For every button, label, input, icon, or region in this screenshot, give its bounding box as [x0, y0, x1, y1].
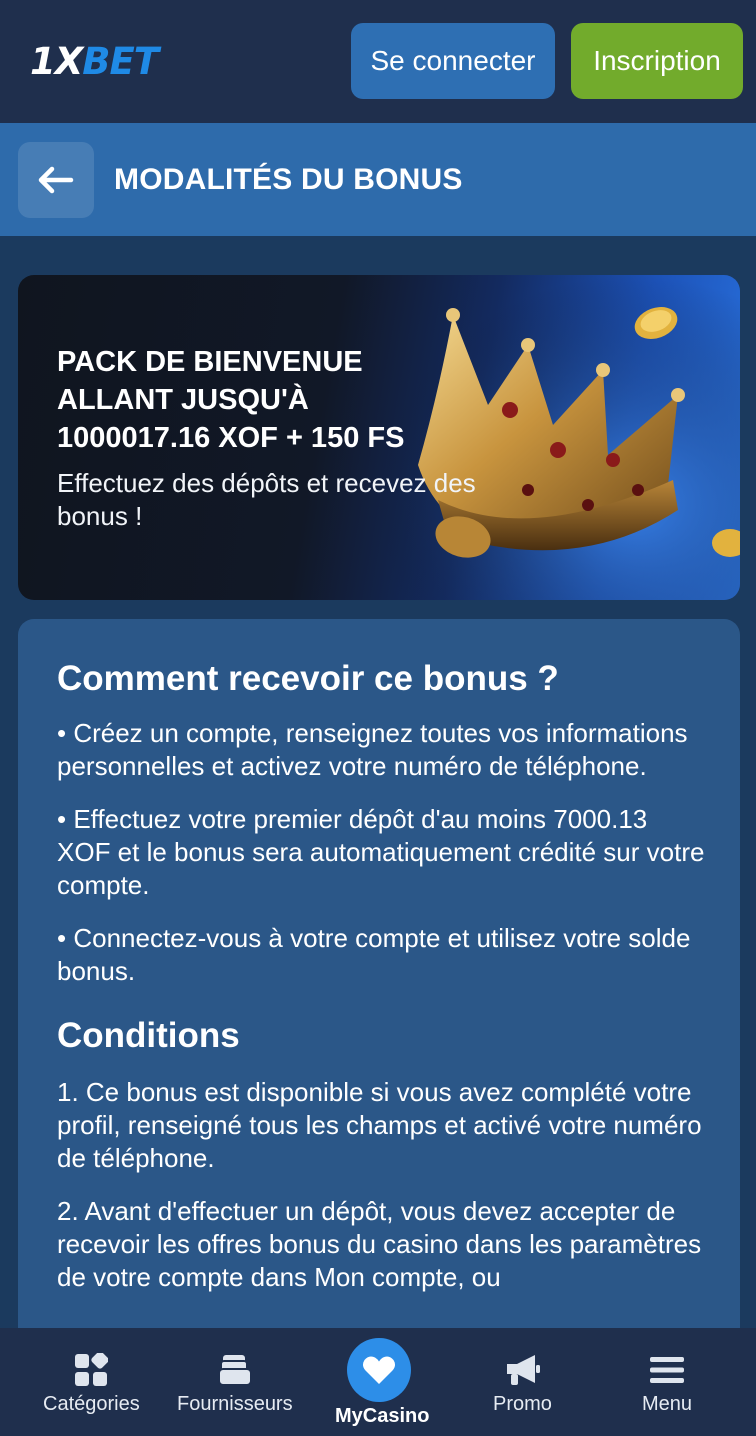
- nav-item-mycasino[interactable]: MyCasino: [326, 1328, 432, 1436]
- heart-icon: [362, 1356, 396, 1384]
- banner-subtitle: Effectuez des dépôts et recevez des bonu…: [57, 468, 476, 531]
- nav-item-promo[interactable]: Promo: [470, 1328, 576, 1436]
- hamburger-menu-icon: [647, 1350, 687, 1390]
- nav-item-categories[interactable]: Catégories: [21, 1328, 161, 1436]
- how-to-step: • Effectuez votre premier dépôt d'au moi…: [57, 804, 705, 900]
- nav-label: Fournisseurs: [177, 1393, 293, 1415]
- nav-label: Catégories: [43, 1393, 140, 1415]
- mycasino-button: [347, 1338, 411, 1402]
- nav-label: Menu: [642, 1393, 693, 1415]
- brand-logo[interactable]: 1XBET: [30, 40, 159, 84]
- nav-label: MyCasino: [335, 1405, 430, 1427]
- logo-text-bet: BET: [82, 40, 159, 83]
- banner-title-line: 1000017.16 XOF + 150 FS: [57, 422, 405, 454]
- login-button[interactable]: Se connecter: [351, 23, 555, 99]
- nav-label: Promo: [493, 1393, 552, 1415]
- bonus-terms-card[interactable]: Comment recevoir ce bonus ? • Créez un c…: [18, 619, 740, 1379]
- arrow-left-icon: [38, 166, 74, 194]
- logo-text-1x: 1X: [30, 40, 83, 83]
- megaphone-icon: [503, 1350, 543, 1390]
- bottom-navigation: Catégories Fournisseurs MyCasino Promo M…: [0, 1328, 756, 1436]
- condition-item: 1. Ce bonus est disponible si vous avez …: [57, 1077, 702, 1173]
- bonus-terms-content: Comment recevoir ce bonus ? • Créez un c…: [57, 657, 707, 1314]
- banner-title: PACK DE BIENVENUE ALLANT JUSQU'À 1000017…: [57, 343, 497, 457]
- how-to-step: • Connectez-vous à votre compte et utili…: [57, 923, 691, 986]
- how-to-step: • Créez un compte, renseignez toutes vos…: [57, 718, 688, 781]
- conditions-heading: Conditions: [57, 1016, 240, 1055]
- banner-title-line: PACK DE BIENVENUE: [57, 346, 363, 378]
- categories-icon: [71, 1350, 111, 1390]
- providers-icon: [215, 1350, 255, 1390]
- register-button[interactable]: Inscription: [571, 23, 743, 99]
- banner-title-line: ALLANT JUSQU'À: [57, 384, 309, 416]
- back-button[interactable]: [18, 142, 94, 218]
- condition-item: 2. Avant d'effectuer un dépôt, vous deve…: [57, 1196, 702, 1292]
- nav-item-providers[interactable]: Fournisseurs: [170, 1328, 300, 1436]
- page-title: MODALITÉS DU BONUS: [114, 163, 463, 196]
- how-to-heading: Comment recevoir ce bonus ?: [57, 659, 559, 698]
- top-header: 1XBET Se connecter Inscription: [0, 0, 756, 123]
- welcome-bonus-banner: PACK DE BIENVENUE ALLANT JUSQU'À 1000017…: [18, 275, 740, 600]
- title-bar: MODALITÉS DU BONUS: [0, 123, 756, 236]
- nav-item-menu[interactable]: Menu: [614, 1328, 720, 1436]
